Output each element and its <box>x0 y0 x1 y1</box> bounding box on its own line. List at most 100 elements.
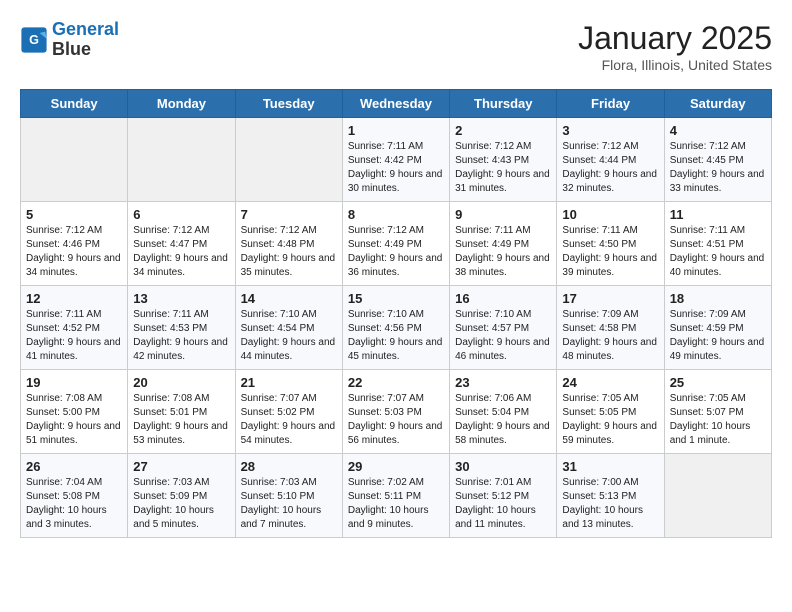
day-number: 6 <box>133 207 229 222</box>
cell-info: Sunrise: 7:12 AMSunset: 4:44 PMDaylight:… <box>562 140 658 196</box>
calendar-cell: 5 Sunrise: 7:12 AMSunset: 4:46 PMDaylight… <box>21 202 128 286</box>
weekday-header-thursday: Thursday <box>450 90 557 118</box>
calendar-cell: 29 Sunrise: 7:02 AMSunset: 5:11 PMDayligh… <box>342 454 449 538</box>
day-number: 17 <box>562 291 658 306</box>
cell-info: Sunrise: 7:11 AMSunset: 4:49 PMDaylight:… <box>455 224 551 280</box>
calendar-cell: 30Sunrise: 7:01 AMSunset: 5:12 PMDayligh… <box>450 454 557 538</box>
calendar-cell: 3 Sunrise: 7:12 AMSunset: 4:44 PMDaylight… <box>557 118 664 202</box>
day-number: 1 <box>348 123 444 138</box>
day-number: 3 <box>562 123 658 138</box>
day-number: 24 <box>562 375 658 390</box>
cell-info: Sunrise: 7:09 AMSunset: 4:58 PMDaylight:… <box>562 308 658 364</box>
logo-text: GeneralBlue <box>52 20 119 60</box>
calendar-week-row: 1 Sunrise: 7:11 AMSunset: 4:42 PMDaylight… <box>21 118 772 202</box>
svg-text:G: G <box>29 33 39 47</box>
day-number: 20 <box>133 375 229 390</box>
calendar-cell: 4 Sunrise: 7:12 AMSunset: 4:45 PMDaylight… <box>664 118 771 202</box>
day-number: 7 <box>241 207 337 222</box>
calendar-cell: 17 Sunrise: 7:09 AMSunset: 4:58 PMDayligh… <box>557 286 664 370</box>
weekday-header-sunday: Sunday <box>21 90 128 118</box>
cell-info: Sunrise: 7:00 AMSunset: 5:13 PMDaylight:… <box>562 476 658 532</box>
calendar-cell: 31 Sunrise: 7:00 AMSunset: 5:13 PMDayligh… <box>557 454 664 538</box>
cell-info: Sunrise: 7:06 AMSunset: 5:04 PMDaylight:… <box>455 392 551 448</box>
day-number: 9 <box>455 207 551 222</box>
cell-info: Sunrise: 7:10 AMSunset: 4:57 PMDaylight:… <box>455 308 551 364</box>
cell-info: Sunrise: 7:12 AMSunset: 4:48 PMDaylight:… <box>241 224 337 280</box>
day-number: 2 <box>455 123 551 138</box>
day-number: 23 <box>455 375 551 390</box>
day-number: 13 <box>133 291 229 306</box>
calendar-cell: 16Sunrise: 7:10 AMSunset: 4:57 PMDayligh… <box>450 286 557 370</box>
calendar-cell <box>664 454 771 538</box>
day-number: 10 <box>562 207 658 222</box>
day-number: 25 <box>670 375 766 390</box>
calendar-table: SundayMondayTuesdayWednesdayThursdayFrid… <box>20 89 772 538</box>
weekday-header-tuesday: Tuesday <box>235 90 342 118</box>
cell-info: Sunrise: 7:11 AMSunset: 4:51 PMDaylight:… <box>670 224 766 280</box>
day-number: 27 <box>133 459 229 474</box>
cell-info: Sunrise: 7:12 AMSunset: 4:46 PMDaylight:… <box>26 224 122 280</box>
cell-info: Sunrise: 7:12 AMSunset: 4:45 PMDaylight:… <box>670 140 766 196</box>
cell-info: Sunrise: 7:12 AMSunset: 4:47 PMDaylight:… <box>133 224 229 280</box>
cell-info: Sunrise: 7:09 AMSunset: 4:59 PMDaylight:… <box>670 308 766 364</box>
day-number: 29 <box>348 459 444 474</box>
cell-info: Sunrise: 7:12 AMSunset: 4:49 PMDaylight:… <box>348 224 444 280</box>
calendar-cell: 1 Sunrise: 7:11 AMSunset: 4:42 PMDaylight… <box>342 118 449 202</box>
calendar-cell: 26 Sunrise: 7:04 AMSunset: 5:08 PMDayligh… <box>21 454 128 538</box>
calendar-cell: 25 Sunrise: 7:05 AMSunset: 5:07 PMDayligh… <box>664 370 771 454</box>
cell-info: Sunrise: 7:04 AMSunset: 5:08 PMDaylight:… <box>26 476 122 532</box>
day-number: 31 <box>562 459 658 474</box>
page-header: G GeneralBlue January 2025 Flora, Illino… <box>20 20 772 73</box>
cell-info: Sunrise: 7:02 AMSunset: 5:11 PMDaylight:… <box>348 476 444 532</box>
weekday-header-monday: Monday <box>128 90 235 118</box>
calendar-cell: 21 Sunrise: 7:07 AMSunset: 5:02 PMDayligh… <box>235 370 342 454</box>
calendar-cell: 27Sunrise: 7:03 AMSunset: 5:09 PMDayligh… <box>128 454 235 538</box>
weekday-header-friday: Friday <box>557 90 664 118</box>
day-number: 21 <box>241 375 337 390</box>
calendar-week-row: 19Sunrise: 7:08 AMSunset: 5:00 PMDayligh… <box>21 370 772 454</box>
cell-info: Sunrise: 7:11 AMSunset: 4:50 PMDaylight:… <box>562 224 658 280</box>
calendar-cell <box>21 118 128 202</box>
cell-info: Sunrise: 7:10 AMSunset: 4:56 PMDaylight:… <box>348 308 444 364</box>
title-block: January 2025 Flora, Illinois, United Sta… <box>578 20 772 73</box>
cell-info: Sunrise: 7:07 AMSunset: 5:02 PMDaylight:… <box>241 392 337 448</box>
weekday-header-saturday: Saturday <box>664 90 771 118</box>
day-number: 18 <box>670 291 766 306</box>
calendar-week-row: 5 Sunrise: 7:12 AMSunset: 4:46 PMDaylight… <box>21 202 772 286</box>
calendar-cell: 8 Sunrise: 7:12 AMSunset: 4:49 PMDaylight… <box>342 202 449 286</box>
day-number: 5 <box>26 207 122 222</box>
day-number: 14 <box>241 291 337 306</box>
cell-info: Sunrise: 7:12 AMSunset: 4:43 PMDaylight:… <box>455 140 551 196</box>
weekday-header-row: SundayMondayTuesdayWednesdayThursdayFrid… <box>21 90 772 118</box>
day-number: 26 <box>26 459 122 474</box>
cell-info: Sunrise: 7:11 AMSunset: 4:42 PMDaylight:… <box>348 140 444 196</box>
weekday-header-wednesday: Wednesday <box>342 90 449 118</box>
calendar-cell: 15 Sunrise: 7:10 AMSunset: 4:56 PMDayligh… <box>342 286 449 370</box>
calendar-cell: 7 Sunrise: 7:12 AMSunset: 4:48 PMDaylight… <box>235 202 342 286</box>
calendar-cell: 22Sunrise: 7:07 AMSunset: 5:03 PMDayligh… <box>342 370 449 454</box>
calendar-cell: 14Sunrise: 7:10 AMSunset: 4:54 PMDayligh… <box>235 286 342 370</box>
cell-info: Sunrise: 7:05 AMSunset: 5:05 PMDaylight:… <box>562 392 658 448</box>
calendar-cell: 20 Sunrise: 7:08 AMSunset: 5:01 PMDayligh… <box>128 370 235 454</box>
calendar-week-row: 26 Sunrise: 7:04 AMSunset: 5:08 PMDayligh… <box>21 454 772 538</box>
calendar-cell <box>235 118 342 202</box>
calendar-cell: 18 Sunrise: 7:09 AMSunset: 4:59 PMDayligh… <box>664 286 771 370</box>
day-number: 4 <box>670 123 766 138</box>
cell-info: Sunrise: 7:08 AMSunset: 5:01 PMDaylight:… <box>133 392 229 448</box>
cell-info: Sunrise: 7:11 AMSunset: 4:52 PMDaylight:… <box>26 308 122 364</box>
calendar-cell: 2 Sunrise: 7:12 AMSunset: 4:43 PMDaylight… <box>450 118 557 202</box>
cell-info: Sunrise: 7:11 AMSunset: 4:53 PMDaylight:… <box>133 308 229 364</box>
cell-info: Sunrise: 7:07 AMSunset: 5:03 PMDaylight:… <box>348 392 444 448</box>
day-number: 15 <box>348 291 444 306</box>
day-number: 19 <box>26 375 122 390</box>
cell-info: Sunrise: 7:05 AMSunset: 5:07 PMDaylight:… <box>670 392 766 448</box>
calendar-week-row: 12Sunrise: 7:11 AMSunset: 4:52 PMDayligh… <box>21 286 772 370</box>
day-number: 28 <box>241 459 337 474</box>
logo: G GeneralBlue <box>20 20 119 60</box>
calendar-cell: 23 Sunrise: 7:06 AMSunset: 5:04 PMDayligh… <box>450 370 557 454</box>
calendar-cell: 13 Sunrise: 7:11 AMSunset: 4:53 PMDayligh… <box>128 286 235 370</box>
logo-icon: G <box>20 26 48 54</box>
day-number: 11 <box>670 207 766 222</box>
day-number: 8 <box>348 207 444 222</box>
day-number: 30 <box>455 459 551 474</box>
